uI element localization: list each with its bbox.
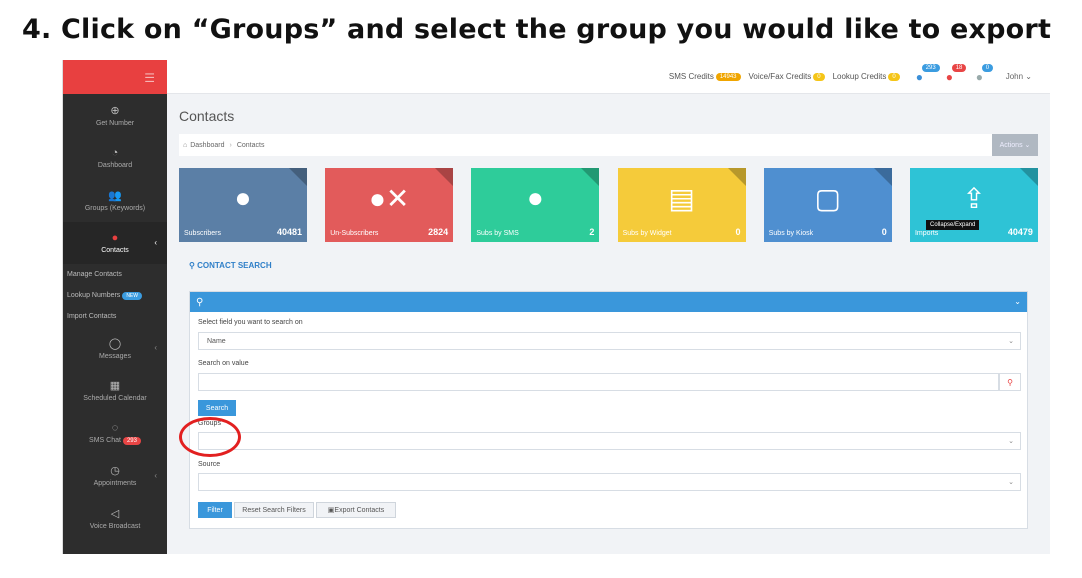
app-window: ☰ SMS Credits 14943 Voice/Fax Credits 0 Lo… — [62, 60, 1050, 554]
sidebar-item-voice-broadcast[interactable]: ◁ Voice Broadcast — [63, 497, 167, 540]
user-badge: 0 — [981, 63, 994, 72]
megaphone-icon: ◁ — [110, 507, 120, 520]
notification-badge: 18 — [951, 63, 967, 72]
search-icon: ⚲ — [196, 296, 204, 308]
sms-chat-badge: 293 — [122, 436, 141, 445]
voice-credits-badge: 0 — [813, 72, 825, 81]
chevron-left-icon: ‹ — [154, 237, 157, 247]
sidebar-item-scheduled-calendar[interactable]: ▦ Scheduled Calendar — [63, 370, 167, 413]
user-icon: ● — [234, 182, 252, 213]
reset-filters-button[interactable]: Reset Search Filters — [234, 502, 314, 518]
search-icon[interactable]: ⚲ — [999, 373, 1021, 391]
source-select[interactable]: ⌄ — [198, 473, 1021, 491]
chevron-down-icon: ⌄ — [1008, 438, 1014, 445]
users-icon: 👥 — [108, 189, 122, 202]
sidebar-sub-import-contacts[interactable]: Import Contacts — [63, 306, 167, 327]
sidebar-item-get-number[interactable]: ⊕ Get Number — [63, 94, 167, 137]
chevron-down-icon: ⌄ — [1008, 338, 1014, 345]
tile-imports[interactable]: ⇪ Imports 40479 — [909, 168, 1038, 242]
groups-select[interactable]: ⌄ — [198, 432, 1021, 450]
user-remove-icon: ●✕ — [369, 183, 410, 214]
tile-unsubscribers[interactable]: ●✕ Un-Subscribers 2824 — [325, 168, 454, 242]
chevron-left-icon: ‹ — [154, 470, 157, 480]
speech-bubble-icon: ◯ — [108, 337, 122, 350]
chevron-down-icon[interactable]: ⌄ — [1014, 297, 1021, 306]
clock-icon: ◷ — [110, 465, 120, 478]
logo-bar: ☰ — [63, 60, 167, 94]
plus-circle-icon: ⊕ — [110, 104, 120, 117]
tablet-icon: ▢ — [814, 183, 841, 214]
chat-icon: ◌ — [111, 421, 119, 434]
tile-subscribers[interactable]: ● Subscribers 40481 — [179, 168, 307, 242]
sms-credits[interactable]: SMS Credits 14943 — [669, 72, 741, 81]
source-label: Source — [198, 461, 221, 468]
main-content: Contacts ⌂ Dashboard › Contacts Actions … — [167, 94, 1050, 554]
user-icon: ● — [111, 231, 119, 244]
sidebar-item-appointments[interactable]: ◷ Appointments ‹ — [63, 455, 167, 498]
highlight-circle — [179, 417, 241, 457]
stat-tiles: ● Subscribers 40481 ●✕ Un-Subscribers 2824 ●… — [179, 168, 1038, 242]
breadcrumb: ⌂ Dashboard › Contacts Actions ⌄ — [179, 134, 1038, 156]
export-icon: ▣ — [327, 507, 335, 514]
search-icon: ⚲ — [189, 261, 198, 270]
search-field-select[interactable]: Name ⌄ — [198, 332, 1021, 350]
search-value-input[interactable] — [198, 373, 999, 391]
hamburger-icon[interactable]: ☰ — [144, 71, 155, 85]
top-bar: SMS Credits 14943 Voice/Fax Credits 0 Look… — [167, 60, 1050, 94]
sidebar-item-contacts[interactable]: ● Contacts ‹ — [63, 221, 167, 264]
contact-search-panel: ⚲ ⌄ Select field you want to search on N… — [189, 291, 1028, 529]
tile-subs-by-widget[interactable]: ▤ Subs by Widget 0 — [617, 168, 746, 242]
page-title: Contacts — [179, 108, 235, 124]
sidebar-item-messages[interactable]: ◯ Messages ‹ — [63, 327, 167, 370]
tile-subs-by-sms[interactable]: ● Subs by SMS 2 — [471, 168, 600, 242]
home-icon: ⌂ — [183, 141, 188, 149]
search-field-label: Select field you want to search on — [198, 319, 303, 326]
sidebar: ⊕ Get Number ◔ Dashboard 👥 Groups (Keywords… — [63, 94, 167, 554]
actions-button[interactable]: Actions ⌄ — [992, 134, 1038, 156]
contact-search-title: ⚲ CONTACT SEARCH — [189, 261, 272, 270]
collapse-expand-tooltip: Collapse/Expand — [926, 220, 980, 230]
user-menu[interactable]: John ⌄ — [1006, 72, 1032, 81]
breadcrumb-separator: › — [229, 141, 232, 149]
chevron-down-icon: ⌄ — [1008, 479, 1014, 486]
document-icon: ▤ — [668, 183, 695, 214]
sms-credits-badge: 14943 — [715, 72, 741, 81]
sidebar-sub-manage-contacts[interactable]: Manage Contacts — [63, 264, 167, 285]
upload-icon: ⇪ — [962, 183, 986, 214]
lookup-credits-badge: 0 — [888, 72, 900, 81]
breadcrumb-dashboard[interactable]: Dashboard — [190, 142, 224, 149]
new-badge: NEW — [122, 291, 142, 300]
instruction-heading: 4. Click on “Groups” and select the grou… — [22, 14, 1052, 45]
chevron-left-icon: ‹ — [154, 343, 157, 352]
sidebar-item-dashboard[interactable]: ◔ Dashboard — [63, 137, 167, 180]
tile-subs-by-kiosk[interactable]: ▢ Subs by Kiosk 0 — [763, 168, 892, 242]
sidebar-sub-lookup-numbers[interactable]: Lookup Numbers NEW — [63, 285, 167, 306]
breadcrumb-contacts: Contacts — [236, 141, 265, 149]
search-button[interactable]: Search — [198, 400, 236, 416]
lookup-credits[interactable]: Lookup Credits 0 — [833, 72, 900, 81]
export-contacts-button[interactable]: ▣ Export Contacts — [316, 502, 396, 518]
user-group-icon[interactable]: ● 0 — [976, 63, 994, 84]
filter-button[interactable]: Filter — [198, 502, 232, 518]
sidebar-item-sms-chat[interactable]: ◌ SMS Chat 293 — [63, 412, 167, 455]
chat-badge: 293 — [921, 63, 940, 72]
bell-icon[interactable]: ● 18 — [946, 63, 967, 84]
panel-header[interactable]: ⚲ ⌄ — [190, 292, 1027, 312]
sidebar-item-groups[interactable]: 👥 Groups (Keywords) — [63, 179, 167, 222]
search-value-label: Search on value — [198, 360, 249, 367]
voice-credits[interactable]: Voice/Fax Credits 0 — [749, 72, 825, 81]
chat-icon[interactable]: ● 293 — [916, 63, 940, 84]
gauge-icon: ◔ — [111, 146, 119, 159]
calendar-icon: ▦ — [109, 380, 121, 393]
speech-bubble-icon: ● — [526, 182, 544, 213]
